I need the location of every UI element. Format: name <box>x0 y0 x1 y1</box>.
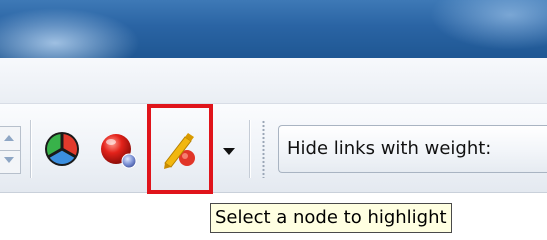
toolbar: Hide links with weight: <box>0 104 547 193</box>
tooltip: Select a node to highlight <box>210 203 452 233</box>
toolbar-separator <box>249 120 250 178</box>
color-wheel-button[interactable] <box>40 124 84 174</box>
toolbar-separator <box>30 120 31 178</box>
color-wheel-icon <box>45 132 79 166</box>
red-node-button[interactable] <box>96 124 140 174</box>
selected-button-highlight <box>147 104 213 194</box>
weight-filter-dropdown[interactable]: Hide links with weight: <box>278 125 547 173</box>
spinner-up-arrow-icon[interactable] <box>0 127 20 151</box>
spinner-down-arrow-icon[interactable] <box>0 150 20 173</box>
numeric-spinner[interactable] <box>0 126 21 174</box>
weight-filter-label: Hide links with weight: <box>287 138 492 159</box>
titlebar-glow <box>430 0 547 50</box>
toolbar-grip[interactable] <box>262 120 265 178</box>
window-titlebar <box>0 0 547 58</box>
titlebar-glow <box>0 8 140 58</box>
red-node-icon <box>101 134 137 169</box>
menu-bar <box>0 58 547 104</box>
chevron-down-icon[interactable] <box>220 144 238 158</box>
